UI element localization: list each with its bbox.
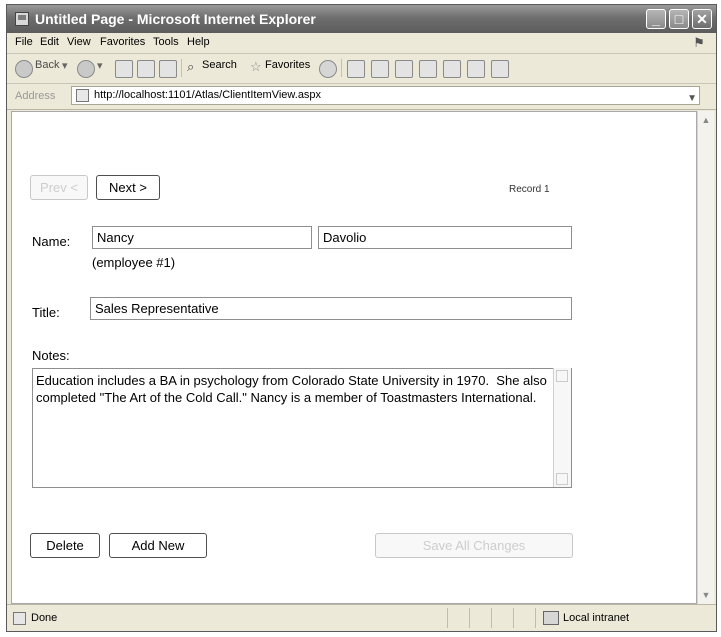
status-separator [469,608,470,628]
address-label: Address [15,90,56,102]
address-url: http://localhost:1101/Atlas/ClientItemVi… [94,89,322,101]
refresh-icon[interactable] [137,60,155,78]
menu-favorites[interactable]: Favorites [100,36,145,48]
page-scrollbar[interactable]: ▲ ▼ [697,111,714,604]
status-bar: Done Local intranet [7,604,716,631]
status-separator [491,608,492,628]
close-button[interactable]: ✕ [692,9,712,29]
security-zone-text: Local intranet [563,612,630,624]
delete-button[interactable]: Delete [30,533,100,558]
favorites-button[interactable]: Favorites [265,59,310,71]
windows-flag-icon: ⚑ [693,35,705,50]
messenger-icon[interactable] [491,60,509,78]
menu-edit[interactable]: Edit [40,36,59,48]
media-icon[interactable] [319,60,337,78]
page-content: Prev < Next > Record 1 Name: Nancy Davol… [11,111,697,604]
address-bar: Address http://localhost:1101/Atlas/Clie… [7,83,716,110]
browser-window: Untitled Page - Microsoft Internet Explo… [6,4,717,632]
toolbar-separator [341,59,342,77]
menu-view[interactable]: View [67,36,91,48]
menu-bar: File Edit View Favorites Tools Help ⚑ [7,33,716,54]
first-name-input[interactable]: Nancy [92,226,312,249]
last-name-input[interactable]: Davolio [318,226,572,249]
record-indicator: Record 1 [509,184,550,195]
search-icon[interactable]: ⌕ [187,59,194,75]
scroll-down-arrow-icon[interactable]: ▼ [699,588,713,602]
stop-icon[interactable] [115,60,133,78]
maximize-button[interactable]: □ [669,9,689,29]
favorites-star-icon[interactable]: ☆ [250,59,262,75]
scroll-up-arrow-icon[interactable]: ▲ [699,113,713,127]
add-new-button[interactable]: Add New [109,533,207,558]
back-button[interactable]: Back [35,59,59,71]
home-icon[interactable] [159,60,177,78]
forward-dropdown-icon[interactable]: ▾ [97,59,103,72]
menu-file[interactable]: File [15,36,33,48]
save-all-changes-button[interactable]: Save All Changes [375,533,573,558]
status-text: Done [31,612,58,624]
status-separator [447,608,448,628]
research-icon[interactable] [467,60,485,78]
notes-textarea[interactable]: Education includes a BA in psychology fr… [32,368,572,488]
history-icon[interactable] [347,60,365,78]
title-label: Title: [32,305,60,320]
title-input[interactable]: Sales Representative [90,297,572,320]
standard-toolbar: Back ▾ ▾ ⌕ Search ☆ Favorites [7,53,716,84]
name-label: Name: [32,234,71,249]
status-separator [535,608,536,628]
scroll-up-icon[interactable] [556,370,568,382]
intranet-zone-icon [543,611,559,625]
address-input[interactable]: http://localhost:1101/Atlas/ClientItemVi… [71,86,700,105]
status-separator [513,608,514,628]
discuss-icon[interactable] [443,60,461,78]
scroll-down-icon[interactable] [556,473,568,485]
notes-scrollbar[interactable] [553,368,571,487]
search-button[interactable]: Search [202,59,237,71]
prev-button[interactable]: Prev < [30,175,88,200]
forward-arrow-icon[interactable] [77,60,95,78]
page-icon [76,89,89,102]
address-dropdown-icon[interactable]: ▼ [687,93,697,104]
toolbar-separator [181,59,182,77]
ie-app-icon [15,12,29,26]
page-done-icon [13,612,26,625]
minimize-button[interactable]: _ [646,9,666,29]
notes-label: Notes: [32,348,70,363]
back-dropdown-icon[interactable]: ▾ [62,59,68,72]
back-arrow-icon[interactable] [15,60,33,78]
edit-icon[interactable] [419,60,437,78]
next-button[interactable]: Next > [96,175,160,200]
employee-id-text: (employee #1) [92,255,176,270]
title-bar[interactable]: Untitled Page - Microsoft Internet Explo… [7,5,716,33]
window-title: Untitled Page - Microsoft Internet Explo… [35,11,316,27]
menu-help[interactable]: Help [187,36,210,48]
mail-icon[interactable] [371,60,389,78]
menu-tools[interactable]: Tools [153,36,179,48]
print-icon[interactable] [395,60,413,78]
